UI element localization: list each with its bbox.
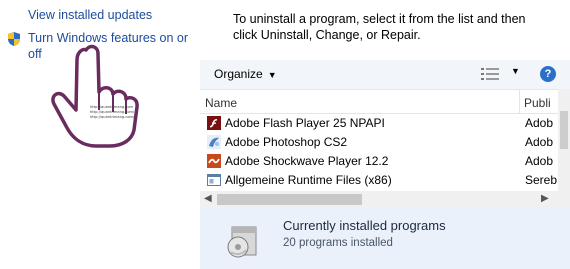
view-installed-updates-link[interactable]: View installed updates: [28, 7, 152, 23]
program-row[interactable]: Allgemeine Runtime Files (x86) Sereb: [200, 171, 570, 190]
horizontal-scroll-thumb[interactable]: [217, 194, 362, 205]
column-header-name[interactable]: Name: [205, 96, 237, 110]
program-publisher: Sereb: [525, 173, 558, 187]
photoshop-icon: [207, 135, 221, 149]
flash-icon: [207, 116, 221, 130]
horizontal-scrollbar[interactable]: ◀ ▶: [200, 191, 558, 208]
chevron-down-icon: ▼: [267, 70, 277, 80]
uac-shield-icon: [8, 32, 20, 46]
program-publisher: Adob: [525, 116, 554, 130]
column-header-publisher[interactable]: Publi: [524, 96, 551, 110]
vertical-scrollbar[interactable]: [558, 89, 570, 208]
programs-list: ^ Name Publi Adobe Flash Player 25 NPAPI…: [200, 89, 570, 191]
programs-pane: To uninstall a program, select it from t…: [198, 0, 570, 269]
program-row[interactable]: Adobe Flash Player 25 NPAPI Adob: [200, 114, 570, 133]
hand-overlay-text-1: http://quantrimang.com: [90, 105, 134, 109]
view-options-chevron-icon[interactable]: ▼: [511, 66, 520, 76]
program-publisher: Adob: [525, 135, 554, 149]
hand-overlay-text-2: http://quantrimang.com/: [90, 110, 135, 114]
pointing-hand-icon: http://quantrimang.com http://quantriman…: [51, 44, 139, 148]
program-name: Adobe Shockwave Player 12.2: [225, 154, 389, 168]
program-name: Adobe Photoshop CS2: [225, 135, 348, 149]
program-row[interactable]: Adobe Photoshop CS2 Adob: [200, 133, 570, 152]
installed-count: 20 programs installed: [283, 237, 393, 249]
vertical-scroll-thumb[interactable]: [560, 111, 568, 149]
program-name: Adobe Flash Player 25 NPAPI: [225, 116, 385, 130]
shockwave-icon: [207, 154, 221, 168]
list-header: ^ Name Publi: [200, 89, 570, 114]
organize-button[interactable]: Organize ▼: [214, 67, 277, 81]
scroll-left-icon[interactable]: ◀: [204, 193, 212, 204]
program-publisher: Adob: [525, 154, 554, 168]
details-pane: Currently installed programs 20 programs…: [200, 208, 570, 269]
scroll-right-icon[interactable]: ▶: [541, 193, 549, 204]
program-row[interactable]: Adobe Shockwave Player 12.2 Adob: [200, 152, 570, 171]
help-icon[interactable]: ?: [540, 66, 556, 82]
hand-overlay-text-3: http://quantrimang.com/: [90, 115, 135, 119]
organize-label: Organize: [214, 67, 263, 81]
column-divider[interactable]: [519, 89, 520, 113]
task-pane: View installed updates Turn Windows feat…: [0, 0, 198, 269]
details-title: Currently installed programs: [283, 218, 446, 233]
sort-ascending-icon: ^: [356, 89, 360, 93]
program-name: Allgemeine Runtime Files (x86): [225, 173, 392, 187]
command-bar: Organize ▼ ▼ ?: [200, 60, 570, 90]
view-details-icon[interactable]: [481, 68, 499, 80]
installed-programs-icon: [227, 226, 257, 258]
instructions-text: To uninstall a program, select it from t…: [233, 12, 526, 42]
runtime-icon: [207, 174, 221, 186]
